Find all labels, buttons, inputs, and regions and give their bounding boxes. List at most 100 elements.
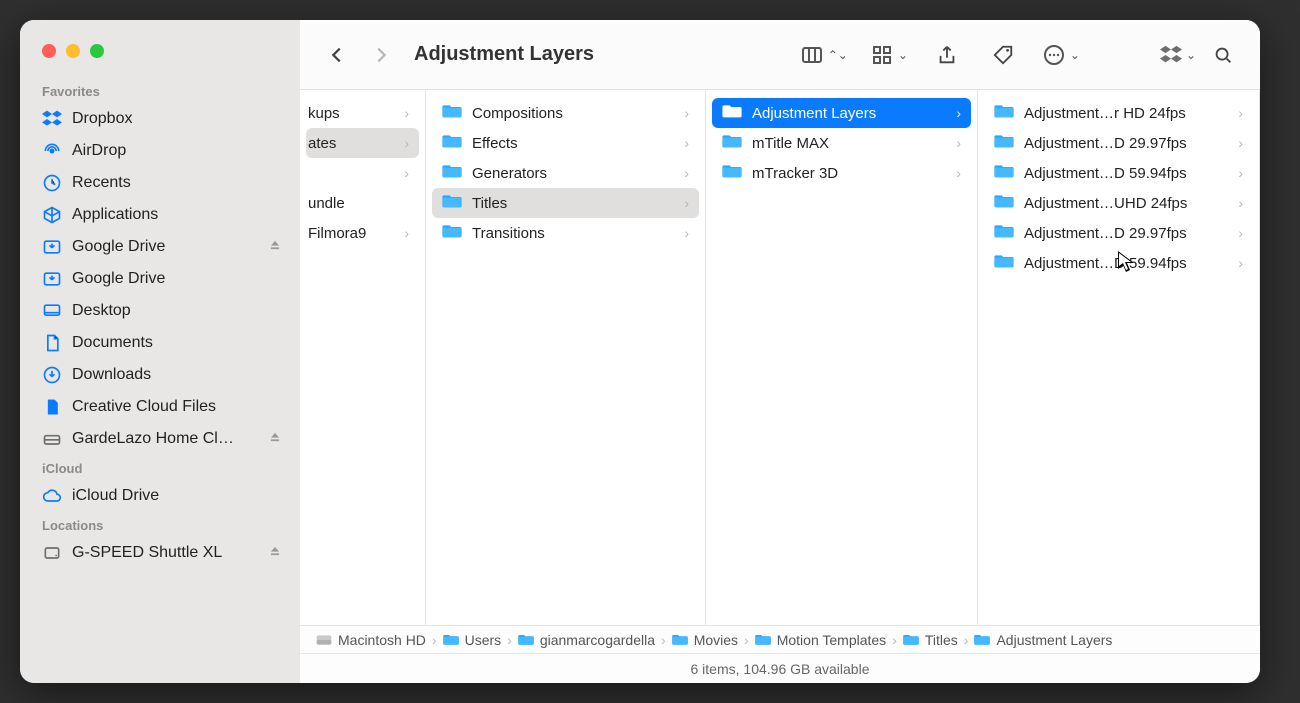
window-title: Adjustment Layers	[414, 43, 594, 66]
path-separator: ›	[892, 632, 897, 648]
sidebar-section-title: Favorites	[34, 78, 290, 103]
sidebar-item[interactable]: Recents	[34, 167, 290, 199]
folder-icon	[994, 163, 1014, 183]
list-item-label: ates	[308, 135, 336, 152]
list-item-label: Titles	[472, 195, 507, 212]
dropbox-icon	[42, 109, 62, 129]
sidebar-item-label: Recents	[72, 174, 131, 192]
list-item[interactable]: Adjustment…D 59.94fps›	[984, 248, 1253, 278]
status-bar: 6 items, 104.96 GB available	[300, 653, 1260, 683]
list-item[interactable]: ›	[306, 158, 419, 188]
sidebar-item[interactable]: AirDrop	[34, 135, 290, 167]
list-item-label: mTracker 3D	[752, 165, 838, 182]
sidebar-item[interactable]: Downloads	[34, 359, 290, 391]
sidebar-item-label: AirDrop	[72, 142, 126, 160]
list-item[interactable]: Adjustment…D 59.94fps ›	[984, 158, 1253, 188]
list-item[interactable]: Adjustment…D 29.97fps ›	[984, 128, 1253, 158]
sidebar-item[interactable]: Google Drive	[34, 231, 290, 263]
list-item[interactable]: Filmora9›	[306, 218, 419, 248]
list-item[interactable]: Effects›	[432, 128, 699, 158]
forward-button[interactable]	[364, 38, 398, 72]
actions-button[interactable]: ⌄	[1042, 43, 1080, 67]
folder-icon	[994, 253, 1014, 273]
sidebar-item[interactable]: Dropbox	[34, 103, 290, 135]
chevron-right-icon: ›	[404, 105, 409, 121]
airdrop-icon	[42, 141, 62, 161]
share-button[interactable]	[930, 38, 964, 72]
sidebar-item[interactable]: GardeLazo Home Cl…	[34, 423, 290, 455]
path-separator: ›	[507, 632, 512, 648]
dropbox-toolbar-button[interactable]: ⌄	[1160, 44, 1196, 66]
path-segment-label: Titles	[925, 632, 958, 648]
list-item-label: Adjustment…D 59.94fps	[1024, 165, 1187, 182]
sidebar-item[interactable]: Google Drive	[34, 263, 290, 295]
chevron-right-icon: ›	[1238, 195, 1243, 211]
eject-icon[interactable]	[268, 430, 282, 449]
path-segment[interactable]: Users	[443, 632, 502, 648]
desktop-icon	[42, 301, 62, 321]
list-item[interactable]: kups ›	[306, 98, 419, 128]
gdrive-icon	[42, 269, 62, 289]
sidebar-item[interactable]: Applications	[34, 199, 290, 231]
eject-icon[interactable]	[268, 238, 282, 257]
sidebar-item[interactable]: iCloud Drive	[34, 480, 290, 512]
path-separator: ›	[964, 632, 969, 648]
path-segment[interactable]: Adjustment Layers	[974, 632, 1112, 648]
zoom-button[interactable]	[90, 44, 104, 58]
list-item[interactable]: Adjustment…D 29.97fps›	[984, 218, 1253, 248]
group-by-button[interactable]: ⌄	[870, 43, 908, 67]
finder-window: FavoritesDropbox AirDrop Recents Applicatio…	[20, 20, 1260, 683]
list-item[interactable]: mTracker 3D›	[712, 158, 971, 188]
list-item[interactable]: ates›	[306, 128, 419, 158]
sidebar-item[interactable]: G-SPEED Shuttle XL	[34, 537, 290, 569]
sidebar-item[interactable]: Creative Cloud Files	[34, 391, 290, 423]
path-segment[interactable]: Titles	[903, 632, 958, 648]
path-separator: ›	[432, 632, 437, 648]
sidebar-item[interactable]: Documents	[34, 327, 290, 359]
window-controls	[34, 38, 290, 78]
path-segment[interactable]: Movies	[672, 632, 738, 648]
list-item[interactable]: Compositions›	[432, 98, 699, 128]
search-button[interactable]	[1206, 38, 1240, 72]
path-segment[interactable]: gianmarcogardella	[518, 632, 655, 648]
list-item[interactable]: Generators›	[432, 158, 699, 188]
folder-icon	[442, 133, 462, 153]
path-segment-label: Adjustment Layers	[996, 632, 1112, 648]
sidebar-item-label: Documents	[72, 334, 153, 352]
column: Adjustment…r HD 24fps› Adjustment…D 29.97…	[978, 90, 1260, 625]
folder-icon	[722, 133, 742, 153]
list-item[interactable]: Transitions›	[432, 218, 699, 248]
path-segment-label: Motion Templates	[777, 632, 886, 648]
folder-icon	[442, 103, 462, 123]
folder-icon	[722, 163, 742, 183]
minimize-button[interactable]	[66, 44, 80, 58]
list-item-label: Filmora9	[308, 225, 366, 242]
list-item[interactable]: Adjustment Layers›	[712, 98, 971, 128]
back-button[interactable]	[320, 38, 354, 72]
close-button[interactable]	[42, 44, 56, 58]
apps-icon	[42, 205, 62, 225]
list-item-label: Adjustment…D 29.97fps	[1024, 135, 1187, 152]
list-item-label: Adjustment…D 59.94fps	[1024, 255, 1187, 272]
tags-button[interactable]	[986, 38, 1020, 72]
folder-icon	[994, 133, 1014, 153]
list-item-label: kups	[308, 105, 340, 122]
list-item[interactable]: mTitle MAX›	[712, 128, 971, 158]
list-item[interactable]: Adjustment…UHD 24fps›	[984, 188, 1253, 218]
list-item[interactable]: Titles›	[432, 188, 699, 218]
list-item-label: Generators	[472, 165, 547, 182]
eject-icon[interactable]	[268, 544, 282, 563]
sidebar-section-title: Locations	[34, 512, 290, 537]
sidebar-item[interactable]: Desktop	[34, 295, 290, 327]
chevron-right-icon: ›	[956, 105, 961, 121]
path-segment[interactable]: Macintosh HD	[316, 632, 426, 648]
chevron-right-icon: ›	[1238, 135, 1243, 151]
chevron-right-icon: ›	[684, 225, 689, 241]
list-item[interactable]: undle	[306, 188, 419, 218]
path-segment-label: Macintosh HD	[338, 632, 426, 648]
hdd-icon	[42, 543, 62, 563]
list-item[interactable]: Adjustment…r HD 24fps›	[984, 98, 1253, 128]
chevron-right-icon: ›	[1238, 165, 1243, 181]
path-segment[interactable]: Motion Templates	[755, 632, 886, 648]
view-mode-button[interactable]: ⌃⌄	[800, 43, 848, 67]
